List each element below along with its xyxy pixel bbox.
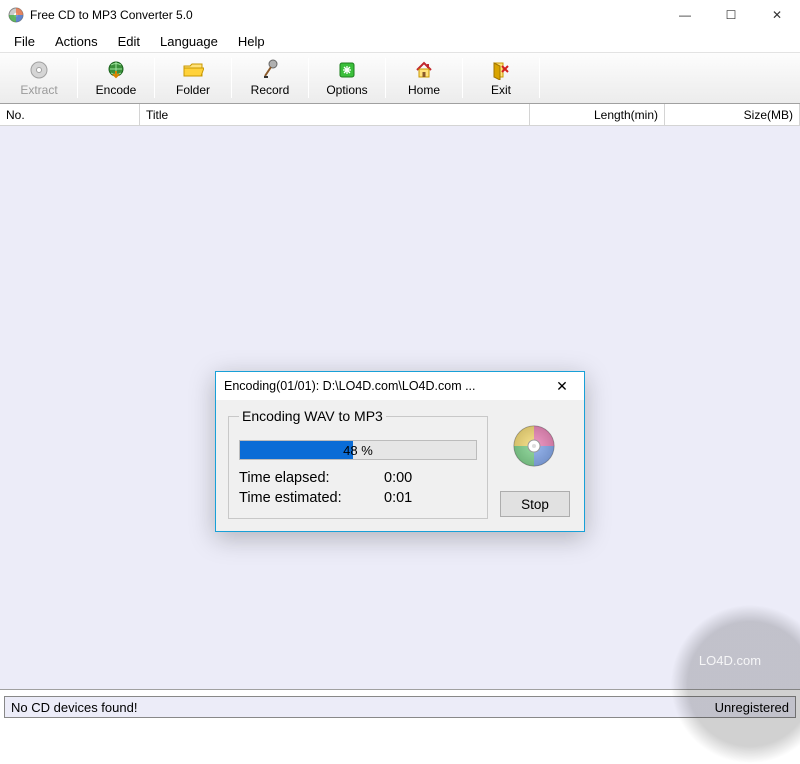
status-left: No CD devices found! <box>11 700 137 715</box>
record-label: Record <box>251 83 290 97</box>
window-title: Free CD to MP3 Converter 5.0 <box>30 8 662 22</box>
toolbar-separator <box>308 58 309 98</box>
menu-actions[interactable]: Actions <box>45 32 108 51</box>
menu-edit[interactable]: Edit <box>108 32 150 51</box>
estimated-label: Time estimated: <box>239 490 384 506</box>
estimated-value: 0:01 <box>384 490 412 506</box>
options-icon <box>337 59 357 81</box>
toolbar: Extract Encode Folder Record Options Hom… <box>0 52 800 104</box>
menu-help[interactable]: Help <box>228 32 275 51</box>
encoding-group-label: Encoding WAV to MP3 <box>239 408 386 424</box>
encoding-dialog: Encoding(01/01): D:\LO4D.com\LO4D.com ..… <box>215 371 585 532</box>
encoding-group: Encoding WAV to MP3 48 % Time elapsed: 0… <box>228 408 488 519</box>
encode-label: Encode <box>96 83 137 97</box>
status-right: Unregistered <box>715 700 789 715</box>
cd-icon <box>29 59 49 81</box>
home-label: Home <box>408 83 440 97</box>
elapsed-value: 0:00 <box>384 470 412 486</box>
cd-spin-icon <box>512 424 556 468</box>
app-icon <box>8 7 24 23</box>
dialog-titlebar[interactable]: Encoding(01/01): D:\LO4D.com\LO4D.com ..… <box>216 372 584 400</box>
toolbar-separator <box>154 58 155 98</box>
elapsed-label: Time elapsed: <box>239 470 384 486</box>
exit-button[interactable]: Exit <box>464 54 538 102</box>
progress-text: 48 % <box>240 441 476 459</box>
exit-icon <box>491 59 511 81</box>
options-label: Options <box>326 83 367 97</box>
stop-button[interactable]: Stop <box>500 491 570 517</box>
menubar: File Actions Edit Language Help <box>0 30 800 52</box>
menu-file[interactable]: File <box>4 32 45 51</box>
column-size[interactable]: Size(MB) <box>665 104 800 125</box>
status-bar: No CD devices found! Unregistered <box>4 696 796 718</box>
toolbar-separator <box>385 58 386 98</box>
folder-icon <box>182 59 204 81</box>
track-list[interactable]: Encoding(01/01): D:\LO4D.com\LO4D.com ..… <box>0 126 800 690</box>
toolbar-separator <box>231 58 232 98</box>
titlebar: Free CD to MP3 Converter 5.0 — ☐ ✕ <box>0 0 800 30</box>
close-button[interactable]: ✕ <box>754 0 800 29</box>
globe-down-icon <box>106 59 126 81</box>
home-icon <box>414 59 434 81</box>
dialog-close-button[interactable]: ✕ <box>548 378 576 395</box>
folder-button[interactable]: Folder <box>156 54 230 102</box>
extract-button: Extract <box>2 54 76 102</box>
options-button[interactable]: Options <box>310 54 384 102</box>
column-title[interactable]: Title <box>140 104 530 125</box>
menu-language[interactable]: Language <box>150 32 228 51</box>
home-button[interactable]: Home <box>387 54 461 102</box>
extract-label: Extract <box>20 83 57 97</box>
progress-bar: 48 % <box>239 440 477 460</box>
record-button[interactable]: Record <box>233 54 307 102</box>
column-length[interactable]: Length(min) <box>530 104 665 125</box>
toolbar-separator <box>539 58 540 98</box>
toolbar-separator <box>462 58 463 98</box>
maximize-button[interactable]: ☐ <box>708 0 754 29</box>
encode-button[interactable]: Encode <box>79 54 153 102</box>
dialog-title: Encoding(01/01): D:\LO4D.com\LO4D.com ..… <box>224 379 548 393</box>
minimize-button[interactable]: — <box>662 0 708 29</box>
toolbar-separator <box>77 58 78 98</box>
window-controls: — ☐ ✕ <box>662 0 800 29</box>
column-no[interactable]: No. <box>0 104 140 125</box>
microphone-icon <box>260 59 280 81</box>
exit-label: Exit <box>491 83 511 97</box>
folder-label: Folder <box>176 83 210 97</box>
list-header: No. Title Length(min) Size(MB) <box>0 104 800 126</box>
